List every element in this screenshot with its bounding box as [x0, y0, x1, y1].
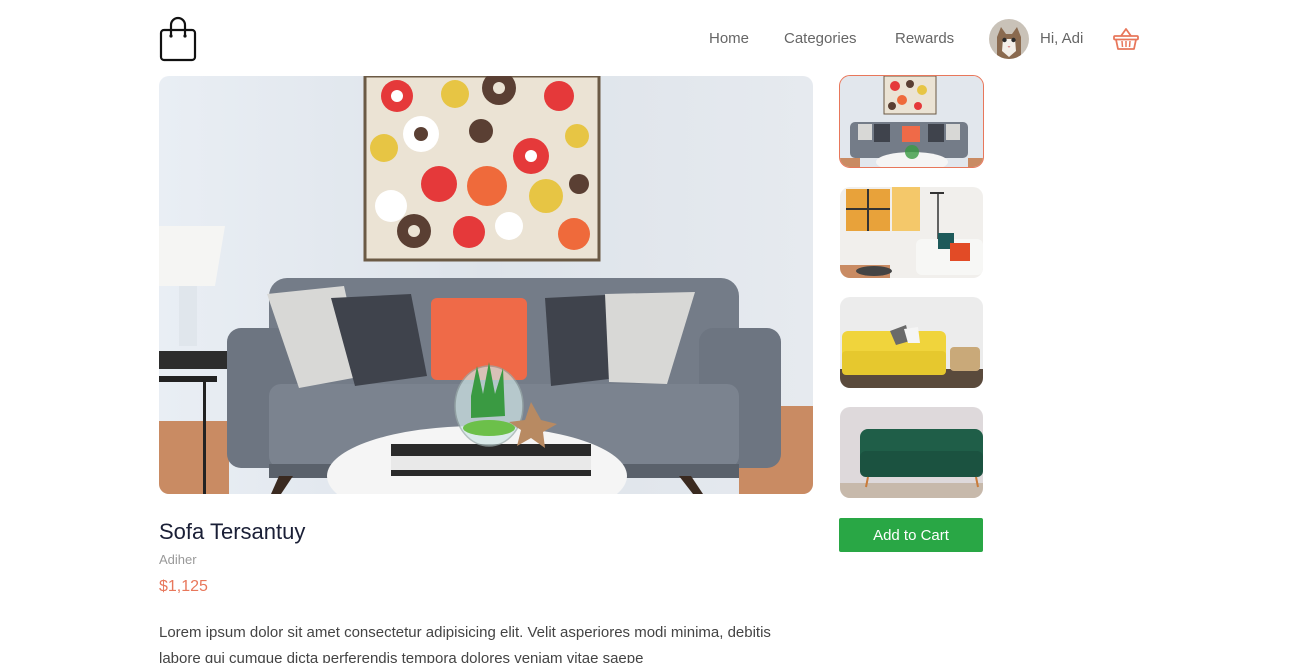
yellow-sofa-thumbnail-image: [840, 297, 983, 388]
thumbnail-yellow-sofa[interactable]: [840, 297, 983, 388]
user-avatar[interactable]: [989, 19, 1029, 59]
main-nav: Home Categories Rewards: [0, 28, 1303, 52]
green-sofa-thumbnail-image: [840, 407, 983, 498]
thumbnail-green-sofa[interactable]: [840, 407, 983, 498]
cat-avatar-icon: [989, 19, 1029, 59]
living-room-sofa-illustration: [159, 76, 813, 494]
user-greeting[interactable]: Hi, Adi: [1040, 28, 1083, 50]
white-sofa-thumbnail-image: [840, 187, 983, 278]
basket-icon[interactable]: [1113, 27, 1139, 51]
thumbnail-grey-sofa[interactable]: [839, 75, 984, 168]
main-product-image: [159, 76, 813, 494]
nav-home-link[interactable]: Home: [709, 28, 749, 50]
product-description: Lorem ipsum dolor sit amet consectetur a…: [159, 624, 771, 663]
product-brand: Adiher: [159, 552, 197, 567]
thumbnail-white-sofa[interactable]: [840, 187, 983, 278]
nav-rewards-link[interactable]: Rewards: [895, 28, 954, 50]
product-title: Sofa Tersantuy: [159, 519, 306, 544]
product-price: $1,125: [159, 578, 208, 595]
add-to-cart-button[interactable]: Add to Cart: [839, 518, 983, 552]
grey-sofa-thumbnail-image: [840, 76, 983, 167]
nav-categories-link[interactable]: Categories: [784, 28, 857, 50]
